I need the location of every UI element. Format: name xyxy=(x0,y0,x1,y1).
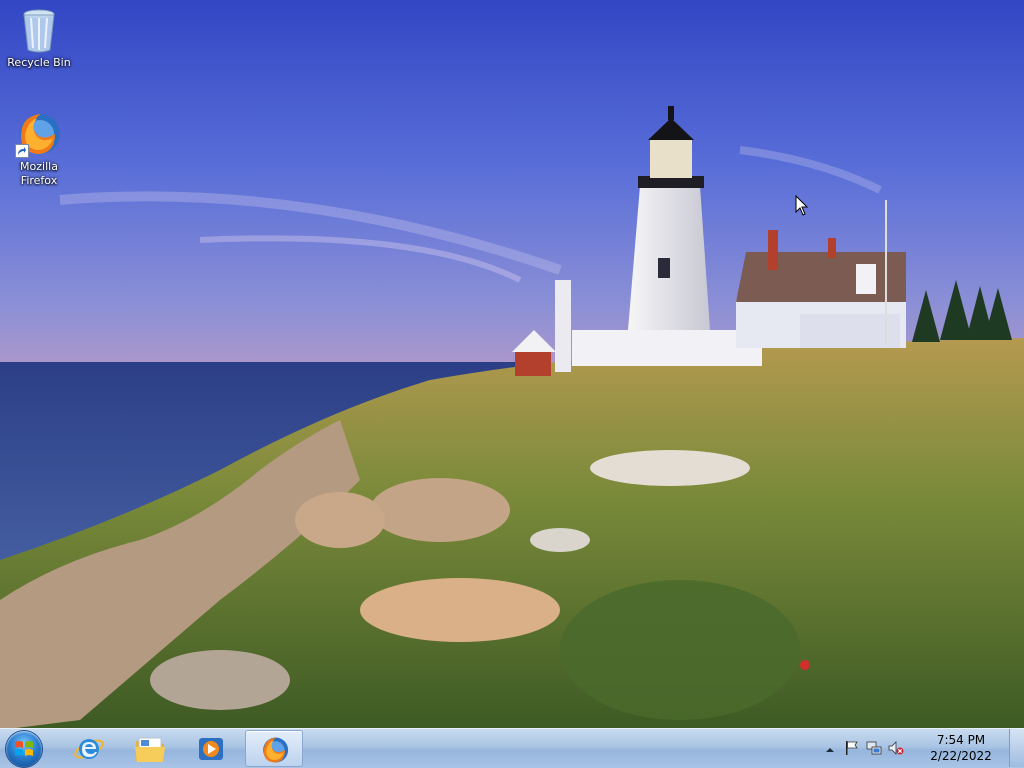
taskbar-windows-explorer-button[interactable] xyxy=(121,730,179,767)
clock-date: 2/22/2022 xyxy=(930,749,992,763)
firefox-icon xyxy=(263,737,289,763)
desktop-wallpaper xyxy=(0,0,1024,730)
windows-logo-icon xyxy=(15,741,33,756)
chevron-up-icon[interactable] xyxy=(824,741,836,757)
folder-icon xyxy=(135,737,165,762)
recycle-bin-label: Recycle Bin xyxy=(7,56,71,69)
taskbar-media-player-button[interactable] xyxy=(182,730,240,767)
firefox-label: Mozilla Firefox xyxy=(20,160,58,187)
show-desktop-button[interactable] xyxy=(1009,729,1024,767)
taskbar-internet-explorer-button[interactable] xyxy=(60,730,118,767)
mouse-cursor-icon xyxy=(795,194,809,221)
system-clock[interactable]: 7:54 PM 2/22/2022 xyxy=(918,732,1004,764)
firefox-shortcut[interactable]: Mozilla Firefox xyxy=(1,110,77,188)
recycle-bin-shortcut[interactable]: Recycle Bin xyxy=(1,6,77,70)
action-center-flag-icon[interactable] xyxy=(844,740,860,756)
taskbar-firefox-button[interactable] xyxy=(245,730,303,767)
start-button[interactable] xyxy=(6,731,42,767)
media-player-icon xyxy=(199,738,223,760)
recycle-bin-icon xyxy=(15,6,63,54)
volume-muted-icon[interactable] xyxy=(888,740,904,756)
network-icon[interactable] xyxy=(866,740,882,756)
taskbar: 7:54 PM 2/22/2022 xyxy=(0,728,1024,768)
shortcut-arrow-icon xyxy=(15,144,29,158)
clock-time: 7:54 PM xyxy=(936,733,986,747)
firefox-icon xyxy=(15,110,63,158)
internet-explorer-icon xyxy=(74,739,104,759)
notification-area: 7:54 PM 2/22/2022 xyxy=(824,729,1024,767)
